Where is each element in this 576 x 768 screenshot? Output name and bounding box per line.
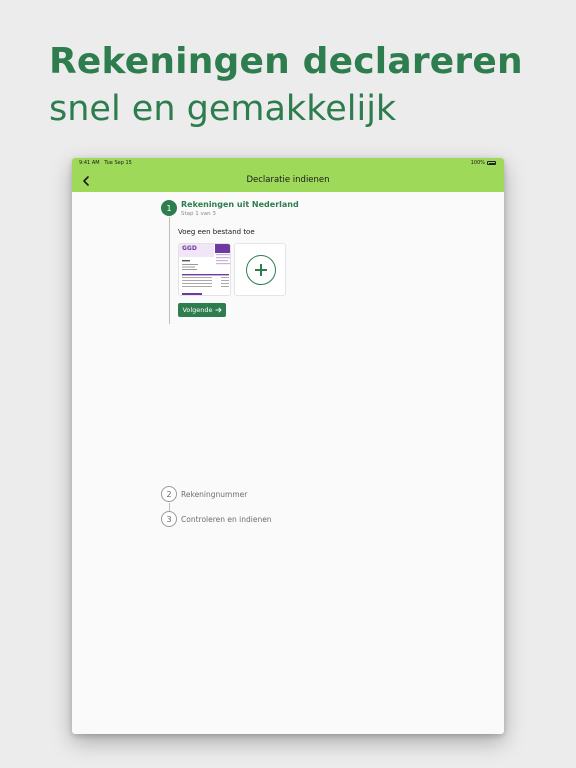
add-file-button[interactable] — [234, 243, 286, 296]
navigation-bar: 9:41 AM Tue Sep 15 100% Declaratie indie… — [72, 158, 504, 192]
step-3-indicator: 3 — [161, 511, 177, 527]
step-3-title: Controleren en indienen — [181, 515, 272, 524]
next-button-label: Volgende — [182, 306, 213, 314]
status-clock: 9:41 AM — [79, 160, 100, 166]
battery-percent: 100% — [470, 160, 485, 166]
step-connector — [169, 217, 170, 324]
status-battery: 100% — [471, 160, 496, 166]
step-1-subtitle: Stap 1 van 3 — [181, 211, 216, 217]
arrow-right-icon — [215, 307, 222, 313]
status-bar: 9:41 AM Tue Sep 15 100% — [72, 158, 504, 168]
status-date: Tue Sep 15 — [104, 160, 132, 166]
tablet-screen: 9:41 AM Tue Sep 15 100% Declaratie indie… — [72, 158, 504, 734]
add-file-label: Voeg een bestand toe — [178, 228, 255, 236]
step-2-indicator: 2 — [161, 486, 177, 502]
battery-icon — [487, 161, 496, 165]
marketing-headline: Rekeningen declareren snel en gemakkelij… — [49, 40, 523, 132]
step-connector-2 — [169, 503, 170, 511]
step-2-title: Rekeningnummer — [181, 490, 248, 499]
headline-subtitle: snel en gemakkelijk — [49, 89, 397, 129]
declaration-wizard: 1 Rekeningen uit Nederland Stap 1 van 3 … — [72, 192, 504, 734]
step-1-indicator: 1 — [161, 200, 177, 216]
plus-icon — [246, 255, 276, 285]
status-time: 9:41 AM Tue Sep 15 — [79, 160, 132, 166]
invoice-logo-text: GGD — [182, 245, 197, 252]
invoice-thumbnail[interactable]: GGD — [178, 243, 231, 296]
headline-title: Rekeningen declareren — [49, 41, 523, 82]
step-1-title: Rekeningen uit Nederland — [181, 200, 299, 209]
page-title: Declaratie indienen — [246, 175, 330, 185]
next-button[interactable]: Volgende — [178, 303, 226, 317]
